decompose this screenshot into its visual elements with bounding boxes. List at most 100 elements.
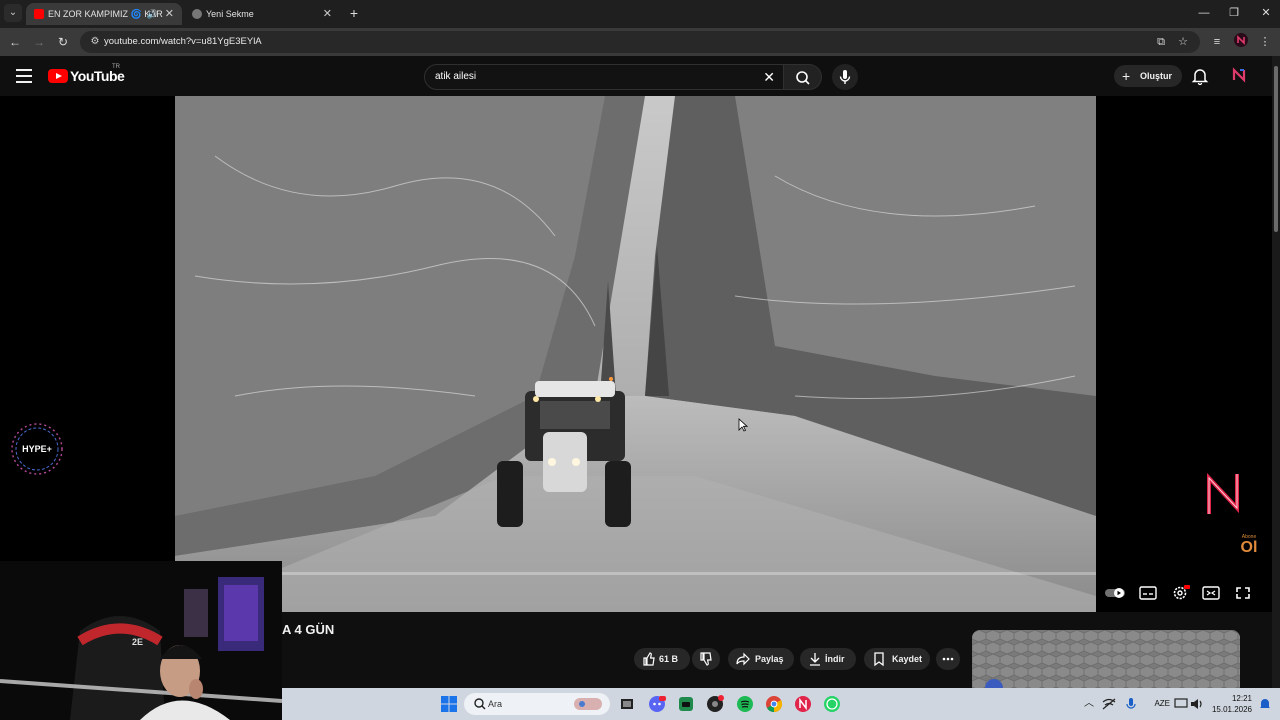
channel-n-logo-icon: [1204, 470, 1242, 518]
chrome-menu-icon[interactable]: ⋮: [1256, 33, 1274, 51]
url-text: youtube.com/watch?v=u81YgE3EYlA: [104, 36, 262, 47]
app-dark-icon[interactable]: [706, 695, 724, 713]
chrome-icon[interactable]: [765, 695, 783, 713]
mouse-cursor-icon: [738, 418, 749, 432]
video-player[interactable]: [0, 96, 1272, 612]
country-code: TR: [112, 64, 120, 70]
dislike-button[interactable]: [692, 648, 720, 670]
tab-title: Yeni Sekme: [206, 9, 254, 19]
video-title: A 4 GÜN: [282, 622, 335, 637]
download-icon: [808, 648, 822, 670]
app-green-icon[interactable]: [677, 695, 695, 713]
back-icon[interactable]: ←: [6, 33, 24, 51]
network-off-icon[interactable]: [1100, 695, 1118, 713]
share-label: Paylaş: [755, 654, 784, 664]
subtitles-icon[interactable]: [1137, 584, 1159, 602]
spotify-icon[interactable]: [736, 695, 754, 713]
recommended-video-thumbnail[interactable]: [972, 630, 1240, 688]
hype-label: HYPE+: [22, 444, 52, 454]
like-button[interactable]: 61 B: [634, 648, 690, 670]
reload-icon[interactable]: ↻: [54, 33, 72, 51]
streamer-webcam: 2E: [0, 561, 282, 720]
audio-playing-icon[interactable]: 🔊: [147, 3, 158, 25]
clock-time[interactable]: 12:21: [1206, 694, 1252, 703]
settings-gear-icon[interactable]: [1169, 584, 1191, 602]
close-tab-icon[interactable]: ✕: [323, 3, 332, 25]
search-icon: [796, 71, 810, 85]
download-button[interactable]: İndir: [800, 648, 856, 670]
autoplay-toggle[interactable]: [1104, 584, 1126, 602]
svg-text:2E: 2E: [132, 637, 143, 647]
whatsapp-icon[interactable]: [823, 695, 841, 713]
search-highlight-icon: [574, 698, 602, 710]
subscribe-overlay-badge: Abone Ol: [1236, 534, 1262, 560]
close-tab-icon[interactable]: ✕: [165, 3, 174, 25]
thumbs-down-icon: [699, 648, 713, 670]
app-red-icon[interactable]: [794, 695, 812, 713]
new-tab-button[interactable]: +: [346, 4, 362, 22]
browser-tab-strip: ⌄ EN ZOR KAMPIMIZ 🌀 KAR 🔊 ✕ Yeni Sekme ✕…: [0, 0, 1280, 28]
tab-title: EN ZOR KAMPIMIZ 🌀 KAR: [48, 9, 163, 19]
theater-mode-icon[interactable]: [1200, 584, 1222, 602]
like-count: 61 B: [659, 654, 679, 664]
taskbar-search[interactable]: Ara: [464, 693, 610, 715]
site-info-icon[interactable]: ⚙: [88, 35, 102, 49]
plus-icon: +: [1122, 68, 1131, 84]
fullscreen-icon[interactable]: [1232, 584, 1254, 602]
browser-toolbar: ← → ↻ ⚙ youtube.com/watch?v=u81YgE3EYlA …: [0, 28, 1280, 56]
forward-icon[interactable]: →: [30, 33, 48, 51]
abone-big-text: Ol: [1240, 539, 1258, 556]
save-label: Kaydet: [892, 654, 923, 664]
tab-search-button[interactable]: ⌄: [4, 4, 22, 22]
search-query: atik ailesi: [435, 71, 477, 82]
address-bar[interactable]: ⚙ youtube.com/watch?v=u81YgE3EYlA: [80, 31, 1200, 53]
close-window-icon[interactable]: ✕: [1256, 4, 1276, 22]
more-actions-button[interactable]: [936, 648, 960, 670]
microphone-tray-icon[interactable]: [1122, 695, 1140, 713]
youtube-wordmark: YouTube: [70, 68, 125, 84]
tab-new-tab[interactable]: Yeni Sekme ✕: [184, 3, 340, 25]
task-view-icon[interactable]: [618, 695, 636, 713]
progress-bar[interactable]: [175, 572, 1096, 575]
install-app-icon[interactable]: ⧉: [1152, 33, 1170, 51]
minimize-icon[interactable]: —: [1194, 4, 1214, 22]
chrome-favicon-icon: [192, 9, 202, 19]
bookmark-star-icon[interactable]: ☆: [1174, 33, 1192, 51]
tab-active[interactable]: EN ZOR KAMPIMIZ 🌀 KAR 🔊 ✕: [26, 3, 182, 25]
more-dots-icon: [941, 648, 955, 670]
guide-menu-icon[interactable]: [16, 69, 32, 83]
keyboard-language[interactable]: AZE: [1144, 699, 1170, 708]
youtube-play-icon: [48, 69, 68, 83]
create-label: Oluştur: [1140, 71, 1173, 81]
thumbs-up-icon: [642, 648, 656, 670]
search-input[interactable]: atik ailesi ✕: [424, 64, 784, 90]
page-scrollbar[interactable]: [1272, 56, 1280, 688]
hype-badge[interactable]: HYPE+: [9, 421, 65, 477]
tray-overflow-icon[interactable]: ︿: [1080, 695, 1098, 713]
restore-icon[interactable]: ❐: [1224, 4, 1244, 22]
clear-search-icon[interactable]: ✕: [763, 65, 775, 89]
share-arrow-icon: [736, 648, 750, 670]
notifications-bell-icon[interactable]: [1190, 66, 1210, 86]
microphone-icon: [839, 70, 851, 84]
scrollbar-thumb[interactable]: [1274, 66, 1278, 232]
taskbar-search-icon: [474, 698, 486, 710]
account-avatar[interactable]: [1230, 66, 1248, 84]
media-control-icon[interactable]: ≡: [1208, 33, 1226, 51]
start-windows-icon[interactable]: [440, 695, 458, 713]
taskbar-search-placeholder: Ara: [488, 699, 503, 709]
clock-date[interactable]: 15.01.2026: [1200, 705, 1252, 714]
youtube-favicon-icon: [34, 9, 44, 19]
discord-icon[interactable]: [648, 695, 666, 713]
notification-bell-icon[interactable]: [1256, 695, 1274, 713]
share-button[interactable]: Paylaş: [728, 648, 794, 670]
download-label: İndir: [825, 654, 845, 664]
streamer-webcam-image: 2E: [0, 561, 282, 720]
search-button[interactable]: [784, 64, 822, 90]
voice-search-button[interactable]: [832, 64, 858, 90]
create-button[interactable]: + Oluştur: [1114, 65, 1182, 87]
youtube-masthead: YouTube TR atik ailesi ✕ + Oluştur: [0, 56, 1272, 96]
video-frame[interactable]: [175, 96, 1096, 612]
profile-icon[interactable]: [1232, 33, 1250, 51]
save-button[interactable]: Kaydet: [864, 648, 930, 670]
